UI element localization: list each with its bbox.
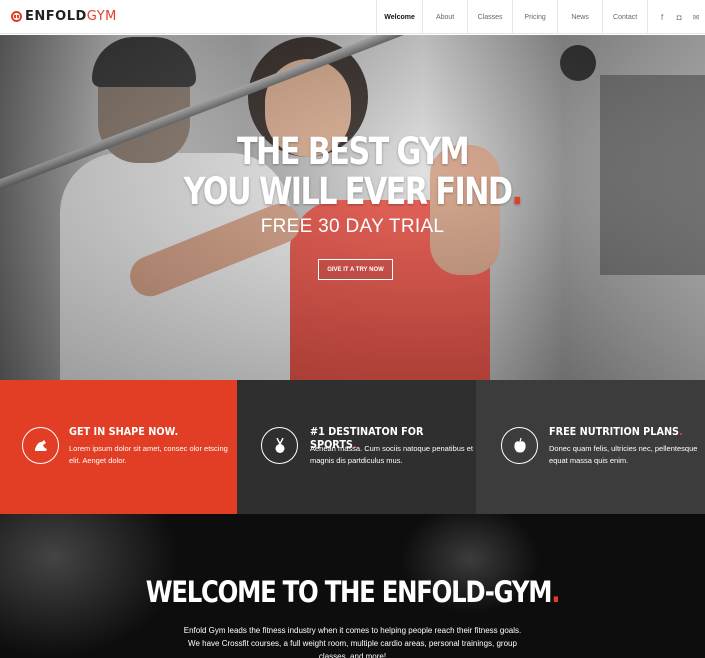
instagram-icon[interactable]: ◘ [675,13,683,22]
welcome-title: WELCOME TO THE ENFOLD-GYM. [145,575,561,609]
hero-section: THE BEST GYM YOU WILL EVER FIND. FREE 30… [0,35,705,380]
apple-icon [501,427,538,464]
hero-title-line1: THE BEST GYM [236,130,470,173]
nav-item-contact[interactable]: Contact [602,0,647,34]
facebook-icon[interactable]: f [658,13,666,22]
features-section: GET IN SHAPE NOW. Lorem ipsum dolor sit … [0,380,705,514]
feature-title: FREE NUTRITION PLANS. [549,425,683,438]
feature-destination: #1 DESTINATON FOR SPORTS. Aenean massa. … [237,380,476,514]
nav-item-classes[interactable]: Classes [467,0,512,34]
welcome-text: Enfold Gym leads the fitness industry wh… [183,626,522,658]
main-nav: Welcome About Classes Pricing News Conta… [376,0,647,34]
flexed-arm-icon [22,427,59,464]
nav-item-news[interactable]: News [557,0,602,34]
hero-subtitle: FREE 30 DAY TRIAL [260,216,445,237]
site-header: ENFOLDGYM Welcome About Classes Pricing … [0,0,705,34]
kettlebell-icon [11,11,22,22]
feature-text: Aenean massa. Cum sociis natoque penatib… [310,444,474,465]
nav-item-welcome[interactable]: Welcome [376,0,422,34]
cta-button[interactable]: GIVE IT A TRY NOW [318,259,393,280]
logo-text: ENFOLDGYM [25,9,117,24]
feature-title: GET IN SHAPE NOW. [69,425,179,438]
social-links: f ◘ ✉ [647,0,705,34]
logo[interactable]: ENFOLDGYM [0,0,376,33]
medal-icon [261,427,298,464]
feature-text: Donec quam felis, ultricies nec, pellent… [549,444,698,465]
nav-item-about[interactable]: About [422,0,467,34]
mail-icon[interactable]: ✉ [692,13,700,22]
nav-item-pricing[interactable]: Pricing [512,0,557,34]
hero-title-line2: YOU WILL EVER FIND. [183,170,523,213]
feature-get-in-shape: GET IN SHAPE NOW. Lorem ipsum dolor sit … [0,380,237,514]
feature-text: Lorem ipsum dolor sit amet, consec olor … [69,444,228,465]
welcome-section: WELCOME TO THE ENFOLD-GYM. Enfold Gym le… [0,514,705,658]
feature-nutrition: FREE NUTRITION PLANS. Donec quam felis, … [476,380,705,514]
